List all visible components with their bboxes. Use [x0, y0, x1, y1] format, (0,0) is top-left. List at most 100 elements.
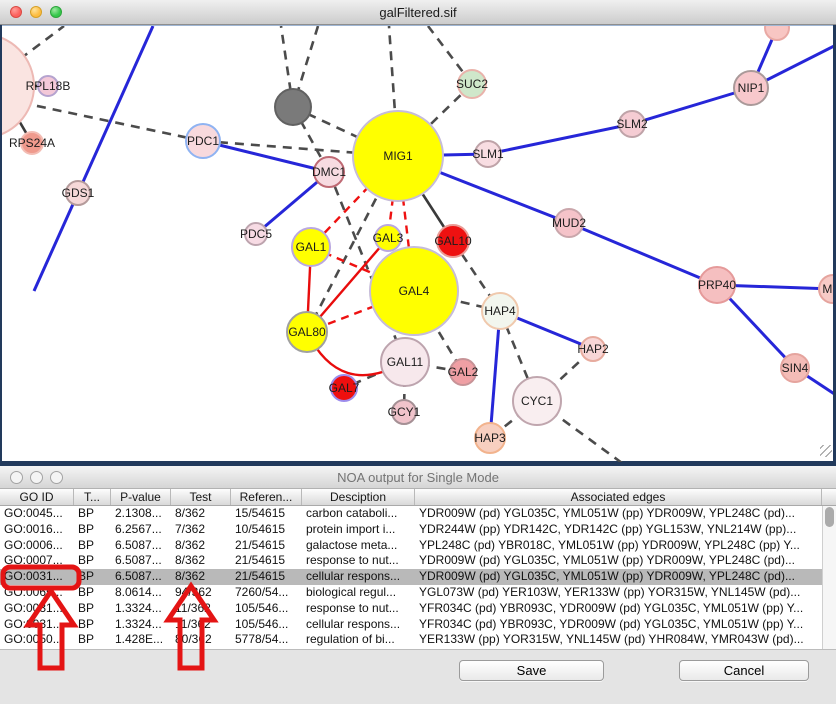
- node-label: GDS1: [62, 186, 95, 200]
- table-cell[interactable]: GO:0031...: [0, 569, 74, 585]
- table-cell[interactable]: 11/362: [171, 601, 231, 617]
- table-cell[interactable]: 8/362: [171, 538, 231, 554]
- table-cell[interactable]: 1.428E...: [111, 632, 171, 648]
- column-header-4[interactable]: Referen...: [231, 489, 302, 505]
- table-row[interactable]: GO:0031...BP1.3324...11/362105/546...cel…: [0, 617, 836, 633]
- column-header-6[interactable]: Associated edges: [415, 489, 822, 505]
- table-cell[interactable]: BP: [74, 632, 111, 648]
- table-cell[interactable]: 6.5087...: [111, 569, 171, 585]
- table-cell[interactable]: GO:0031...: [0, 601, 74, 617]
- table-cell[interactable]: 11/362: [171, 617, 231, 633]
- node-label: GAL80: [288, 325, 326, 339]
- table-cell[interactable]: cellular respons...: [302, 569, 415, 585]
- scrollbar-thumb[interactable]: [825, 507, 834, 527]
- table-cell[interactable]: carbon cataboli...: [302, 506, 415, 522]
- table-cell[interactable]: GO:0045...: [0, 506, 74, 522]
- table-cell[interactable]: 6.5087...: [111, 553, 171, 569]
- table-cell[interactable]: YDR244W (pp) YDR142C, YDR142C (pp) YGL15…: [415, 522, 822, 538]
- table-cell[interactable]: response to nut...: [302, 553, 415, 569]
- table-row[interactable]: GO:0016...BP6.2567...7/36210/54615protei…: [0, 522, 836, 538]
- table-cell[interactable]: response to nut...: [302, 601, 415, 617]
- network-canvas[interactable]: MIG1GAL4GAL11CYC1HAP4RPL18BRPS24AGDS1PDC…: [2, 25, 833, 461]
- edge[interactable]: [490, 311, 500, 438]
- table-cell[interactable]: YDR009W (pd) YGL035C, YML051W (pp) YDR00…: [415, 506, 822, 522]
- table-cell[interactable]: 5778/54...: [231, 632, 302, 648]
- edge[interactable]: [20, 26, 64, 59]
- resize-grip-icon[interactable]: [820, 445, 832, 457]
- edge[interactable]: [488, 124, 632, 154]
- table-cell[interactable]: 21/54615: [231, 538, 302, 554]
- table-cell[interactable]: BP: [74, 553, 111, 569]
- table-cell[interactable]: 105/546...: [231, 601, 302, 617]
- table-cell[interactable]: 105/546...: [231, 617, 302, 633]
- table-cell[interactable]: 10/54615: [231, 522, 302, 538]
- table-cell[interactable]: YDR009W (pd) YGL035C, YML051W (pp) YDR00…: [415, 553, 822, 569]
- column-header-3[interactable]: Test: [171, 489, 231, 505]
- table-cell[interactable]: YDR009W (pd) YGL035C, YML051W (pp) YDR00…: [415, 569, 822, 585]
- table-row[interactable]: GO:0006...BP6.5087...8/36221/54615galact…: [0, 538, 836, 554]
- table-cell[interactable]: 2.1308...: [111, 506, 171, 522]
- table-cell[interactable]: 8.0614...: [111, 585, 171, 601]
- vertical-scrollbar[interactable]: [822, 506, 836, 649]
- column-header-0[interactable]: GO ID: [0, 489, 74, 505]
- table-cell[interactable]: BP: [74, 601, 111, 617]
- table-cell[interactable]: 8/362: [171, 506, 231, 522]
- table-cell[interactable]: GO:0065...: [0, 585, 74, 601]
- noa-window-titlebar[interactable]: NOA output for Single Mode: [0, 466, 836, 489]
- table-row[interactable]: GO:0031...BP6.5087...8/36221/54615cellul…: [0, 569, 836, 585]
- table-cell[interactable]: YER133W (pp) YOR315W, YNL145W (pd) YHR08…: [415, 632, 822, 648]
- table-cell[interactable]: 7/362: [171, 522, 231, 538]
- table-cell[interactable]: YGL073W (pd) YER103W, YER133W (pp) YOR31…: [415, 585, 822, 601]
- table-cell[interactable]: BP: [74, 569, 111, 585]
- edge[interactable]: [34, 26, 153, 291]
- table-cell[interactable]: 7260/54...: [231, 585, 302, 601]
- table-row[interactable]: GO:0050...BP1.428E...80/3625778/54...reg…: [0, 632, 836, 648]
- edge[interactable]: [569, 223, 717, 285]
- table-cell[interactable]: cellular respons...: [302, 617, 415, 633]
- table-cell[interactable]: BP: [74, 506, 111, 522]
- table-row[interactable]: GO:0031...BP1.3324...11/362105/546...res…: [0, 601, 836, 617]
- table-cell[interactable]: 21/54615: [231, 569, 302, 585]
- table-row[interactable]: GO:0045...BP2.1308...8/36215/54615carbon…: [0, 506, 836, 522]
- table-cell[interactable]: galactose meta...: [302, 538, 415, 554]
- table-cell[interactable]: 21/54615: [231, 553, 302, 569]
- save-button[interactable]: Save: [459, 660, 604, 681]
- node-toppink[interactable]: [765, 26, 789, 40]
- table-cell[interactable]: 94/362: [171, 585, 231, 601]
- table-cell[interactable]: GO:0007...: [0, 553, 74, 569]
- column-header-5[interactable]: Desciption: [302, 489, 415, 505]
- table-cell[interactable]: 15/54615: [231, 506, 302, 522]
- table-row[interactable]: GO:0065...BP8.0614...94/3627260/54...bio…: [0, 585, 836, 601]
- edge[interactable]: [632, 88, 751, 124]
- table-cell[interactable]: BP: [74, 617, 111, 633]
- column-header-1[interactable]: T...: [74, 489, 111, 505]
- table-cell[interactable]: 8/362: [171, 569, 231, 585]
- node-label: DMC1: [312, 165, 346, 179]
- table-cell[interactable]: BP: [74, 522, 111, 538]
- table-cell[interactable]: YFR034C (pd) YBR093C, YDR009W (pd) YGL03…: [415, 617, 822, 633]
- table-cell[interactable]: YFR034C (pd) YBR093C, YDR009W (pd) YGL03…: [415, 601, 822, 617]
- network-window-titlebar[interactable]: galFiltered.sif: [0, 0, 836, 25]
- table-cell[interactable]: 6.5087...: [111, 538, 171, 554]
- table-row[interactable]: GO:0007...BP6.5087...8/36221/54615respon…: [0, 553, 836, 569]
- table-cell[interactable]: protein import i...: [302, 522, 415, 538]
- table-cell[interactable]: BP: [74, 585, 111, 601]
- table-cell[interactable]: 6.2567...: [111, 522, 171, 538]
- network-graph[interactable]: MIG1GAL4GAL11CYC1HAP4RPL18BRPS24AGDS1PDC…: [2, 26, 833, 462]
- table-cell[interactable]: GO:0050...: [0, 632, 74, 648]
- table-cell[interactable]: GO:0016...: [0, 522, 74, 538]
- table-cell[interactable]: 80/362: [171, 632, 231, 648]
- node-gray[interactable]: [275, 89, 311, 125]
- table-cell[interactable]: 8/362: [171, 553, 231, 569]
- table-cell[interactable]: GO:0031...: [0, 617, 74, 633]
- table-cell[interactable]: 1.3324...: [111, 617, 171, 633]
- edge[interactable]: [203, 141, 329, 172]
- table-cell[interactable]: regulation of bi...: [302, 632, 415, 648]
- table-cell[interactable]: biological regul...: [302, 585, 415, 601]
- cancel-button[interactable]: Cancel: [679, 660, 809, 681]
- table-cell[interactable]: BP: [74, 538, 111, 554]
- table-cell[interactable]: 1.3324...: [111, 601, 171, 617]
- table-cell[interactable]: YPL248C (pd) YBR018C, YML051W (pp) YDR00…: [415, 538, 822, 554]
- table-cell[interactable]: GO:0006...: [0, 538, 74, 554]
- column-header-2[interactable]: P-value: [111, 489, 171, 505]
